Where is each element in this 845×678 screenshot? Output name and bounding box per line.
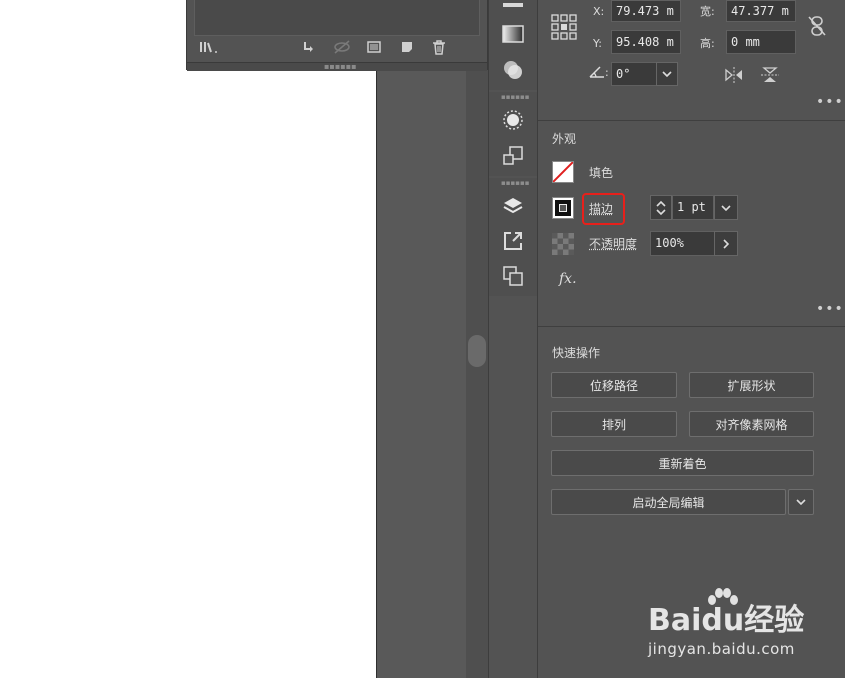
global-edit-button[interactable]: 启动全局编辑 [551,489,786,515]
scrollbar-thumb[interactable] [468,335,486,367]
flip-vertical-icon[interactable] [760,66,780,84]
stroke-swatch[interactable] [552,197,574,219]
library-icon[interactable] [198,40,222,58]
expand-shape-button[interactable]: 扩展形状 [689,372,814,398]
x-label: X: [593,5,605,18]
appearance-panel-icon[interactable] [501,108,525,132]
appearance-title: 外观 [552,132,577,146]
transform-more-options-icon[interactable]: ••• [816,95,844,109]
new-layer-icon[interactable] [398,40,416,58]
artboard-canvas[interactable] [0,0,377,678]
transform-panel-icon[interactable] [501,144,525,168]
global-edit-dropdown-chevron-icon[interactable] [788,489,814,515]
trash-icon[interactable] [430,40,448,58]
height-field[interactable]: 0 mm [726,30,796,54]
quick-actions-title: 快速操作 [552,346,601,360]
y-label: Y: [593,37,602,50]
opacity-field[interactable]: 100% [650,231,716,256]
stroke-weight-dropdown-chevron-icon[interactable] [714,195,738,220]
panel-grip-icon[interactable]: ▪▪▪▪▪▪ [324,63,357,71]
section-divider [538,326,845,327]
export-arrow-icon[interactable] [300,40,318,58]
paw-icon [704,586,740,608]
appearance-more-options-icon[interactable]: ••• [816,302,844,316]
rotate-colon: : [605,66,609,79]
height-label: 高: [700,37,715,50]
collect-icon[interactable] [365,40,383,58]
offset-path-button[interactable]: 位移路径 [551,372,677,398]
recolor-button[interactable]: 重新着色 [551,450,814,476]
section-divider [538,120,845,121]
reference-point-icon[interactable] [551,14,577,40]
opacity-checker-icon [552,233,574,255]
properties-panel [538,0,845,678]
align-pixel-grid-button[interactable]: 对齐像素网格 [689,411,814,437]
artboards-panel-icon[interactable] [501,264,525,288]
opacity-arrow-icon[interactable] [714,231,738,256]
fill-label[interactable]: 填色 [589,166,613,180]
fx-effects-icon[interactable]: fx. [559,272,577,286]
width-field[interactable]: 47.377 m [726,0,796,22]
unlink-icon[interactable] [332,40,352,58]
dock-grip-icon[interactable]: ▪▪▪▪▪▪ [501,94,529,101]
layers-panel-icon[interactable] [501,194,525,218]
export-panel-icon[interactable] [501,229,525,253]
dock-grip-icon[interactable]: ▪▪▪▪▪▪ [501,180,529,187]
stroke-weight-field[interactable]: 1 pt [672,195,714,220]
y-position-field[interactable]: 95.408 m [611,30,681,54]
panel-dock-strip: ▪▪▪▪▪▪ ▪▪▪▪▪▪ [488,0,538,678]
stroke-panel-icon[interactable] [501,0,525,18]
transparency-panel-icon[interactable] [501,58,525,82]
rotate-angle-field[interactable]: 0° [611,62,657,86]
gradient-panel-icon[interactable] [501,22,525,46]
x-position-field[interactable]: 79.473 m [611,0,681,22]
rotate-dropdown-chevron-icon[interactable] [656,62,678,86]
constrain-proportions-icon[interactable] [806,14,828,38]
fill-none-swatch[interactable] [552,161,574,183]
arrange-button[interactable]: 排列 [551,411,677,437]
flip-horizontal-icon[interactable] [724,66,744,84]
opacity-label[interactable]: 不透明度 [589,237,637,251]
stroke-weight-stepper-icon[interactable] [650,195,672,220]
width-label: 宽: [700,5,715,18]
baidu-watermark-logo: Baidu经验 [648,603,805,638]
stroke-label[interactable]: 描边 [589,202,613,216]
baidu-watermark-url: jingyan.baidu.com [648,640,795,658]
layers-list[interactable] [194,0,480,36]
rotate-angle-icon [588,64,606,80]
